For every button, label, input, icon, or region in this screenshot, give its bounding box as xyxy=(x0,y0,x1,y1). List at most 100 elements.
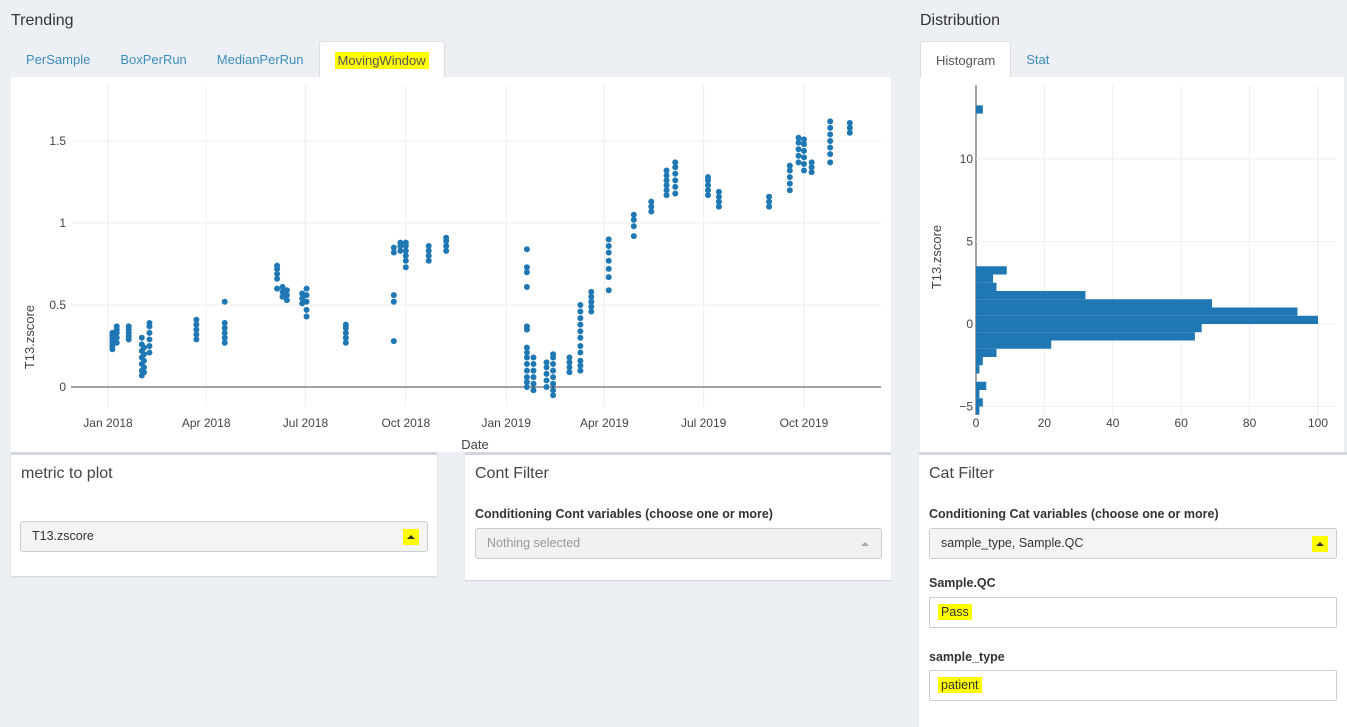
tab-per-sample[interactable]: PerSample xyxy=(11,41,105,78)
scatter-point xyxy=(827,131,834,138)
scatter-point xyxy=(530,380,537,387)
metric-select[interactable]: T13.zscore xyxy=(20,521,428,552)
tab-median-per-run[interactable]: MedianPerRun xyxy=(202,41,319,78)
cat-filter-label: Conditioning Cat variables (choose one o… xyxy=(929,507,1219,521)
scatter-point xyxy=(303,313,310,320)
histogram-bar xyxy=(976,340,1052,349)
scatter-point xyxy=(523,374,530,381)
scatter-point xyxy=(795,152,802,159)
caret-up-icon xyxy=(1312,536,1328,552)
scatter-point xyxy=(672,159,679,166)
tab-box-per-run[interactable]: BoxPerRun xyxy=(105,41,201,78)
scatter-point xyxy=(530,361,537,368)
x-tick-label: Jul 2019 xyxy=(681,416,727,430)
histogram-chart[interactable]: 0 20 40 60 80 100−50510T13.zscore xyxy=(920,77,1344,452)
tab-label: Stat xyxy=(1026,52,1050,67)
y-tick-label: −5 xyxy=(959,400,973,414)
x-tick-label: 100 xyxy=(1308,416,1328,430)
scatter-point xyxy=(605,265,612,272)
scatter-point xyxy=(146,349,153,356)
metric-box: metric to plot T13.zscore xyxy=(11,452,437,576)
scatter-point xyxy=(827,118,834,125)
x-tick-label: Oct 2019 xyxy=(780,416,829,430)
tab-moving-window[interactable]: MovingWindow xyxy=(318,41,445,79)
scatter-point xyxy=(786,162,793,169)
tab-stat[interactable]: Stat xyxy=(1011,41,1064,78)
scatter-point xyxy=(672,190,679,197)
y-tick-label: 5 xyxy=(966,235,973,249)
y-tick-label: 10 xyxy=(960,152,974,166)
scatter-point xyxy=(766,193,773,200)
scatter-point xyxy=(530,354,537,361)
scatter-point xyxy=(577,302,584,308)
scatter-point xyxy=(630,211,637,218)
x-tick-label: 20 xyxy=(1038,416,1052,430)
trending-plot-panel: Jan 2018 Apr 2018 Jul 2018 Oct 2018 Jan 2019… xyxy=(11,77,891,452)
histogram-bar xyxy=(976,332,1195,341)
scatter-point xyxy=(577,308,584,315)
cat-filter-box: Cat Filter Conditioning Cat variables (c… xyxy=(919,452,1347,727)
tab-label: MedianPerRun xyxy=(216,52,304,67)
scatter-point xyxy=(715,188,722,195)
scatter-point xyxy=(141,344,147,351)
y-tick-label: 0 xyxy=(966,317,973,331)
histogram-bar xyxy=(976,274,994,283)
x-tick-label: Apr 2018 xyxy=(182,416,231,430)
scatter-point xyxy=(390,292,397,299)
scatter-point xyxy=(550,361,557,368)
tab-label: MovingWindow xyxy=(334,52,429,69)
distribution-title: Distribution xyxy=(920,12,1001,29)
scatter-point xyxy=(523,361,530,368)
histogram-bar xyxy=(976,266,1007,275)
scatter-point xyxy=(577,349,584,356)
scatter-point xyxy=(605,257,612,264)
histogram-bar xyxy=(976,299,1212,308)
histogram-bar xyxy=(976,105,983,114)
scatter-point xyxy=(530,387,537,394)
y-axis-label: T13.zscore xyxy=(929,225,944,289)
scatter-point xyxy=(523,367,530,374)
scatter-point xyxy=(397,239,404,246)
cat-filter-select[interactable]: sample_type, Sample.QC xyxy=(929,528,1337,559)
sample-type-input[interactable]: patient xyxy=(929,670,1337,701)
tab-histogram[interactable]: Histogram xyxy=(920,41,1012,79)
scatter-point xyxy=(221,320,228,327)
scatter-point xyxy=(605,242,612,249)
scatter-point xyxy=(303,298,310,305)
tab-label: BoxPerRun xyxy=(120,52,187,67)
histogram-bar xyxy=(976,307,1298,316)
scatter-point xyxy=(303,285,310,292)
histogram-bar xyxy=(976,291,1086,300)
scatter-point xyxy=(543,370,550,377)
scatter-point xyxy=(801,160,807,167)
scatter-point xyxy=(146,329,153,336)
trending-scatter-chart[interactable]: Jan 2018 Apr 2018 Jul 2018 Oct 2018 Jan 2019… xyxy=(11,77,891,452)
scatter-point xyxy=(274,285,281,292)
cat-filter-selected: sample_type, Sample.QC xyxy=(941,536,1084,550)
scatter-point xyxy=(808,159,815,166)
histogram-bar xyxy=(976,381,987,390)
scatter-point xyxy=(146,320,153,327)
scatter-point xyxy=(795,134,802,141)
trending-tabs: PerSample BoxPerRun MedianPerRun MovingW… xyxy=(11,40,445,79)
scatter-point xyxy=(141,351,147,358)
cont-filter-select[interactable]: Nothing selected xyxy=(475,528,882,559)
scatter-point xyxy=(827,138,834,144)
scatter-point xyxy=(577,334,584,341)
scatter-point xyxy=(543,384,550,390)
scatter-point xyxy=(801,167,807,174)
scatter-point xyxy=(827,151,834,158)
distribution-tabs: Histogram Stat xyxy=(920,40,1064,79)
scatter-point xyxy=(141,364,147,371)
scatter-point xyxy=(827,159,834,166)
scatter-point xyxy=(141,357,147,364)
tab-label: Histogram xyxy=(936,53,996,68)
scatter-point xyxy=(672,170,679,177)
metric-box-title: metric to plot xyxy=(21,465,113,482)
scatter-point xyxy=(543,359,550,366)
scatter-point xyxy=(283,287,290,294)
histogram-bar xyxy=(976,398,983,407)
scatter-point xyxy=(390,298,397,305)
sample-type-value: patient xyxy=(938,677,982,693)
sample-qc-input[interactable]: Pass xyxy=(929,597,1337,628)
